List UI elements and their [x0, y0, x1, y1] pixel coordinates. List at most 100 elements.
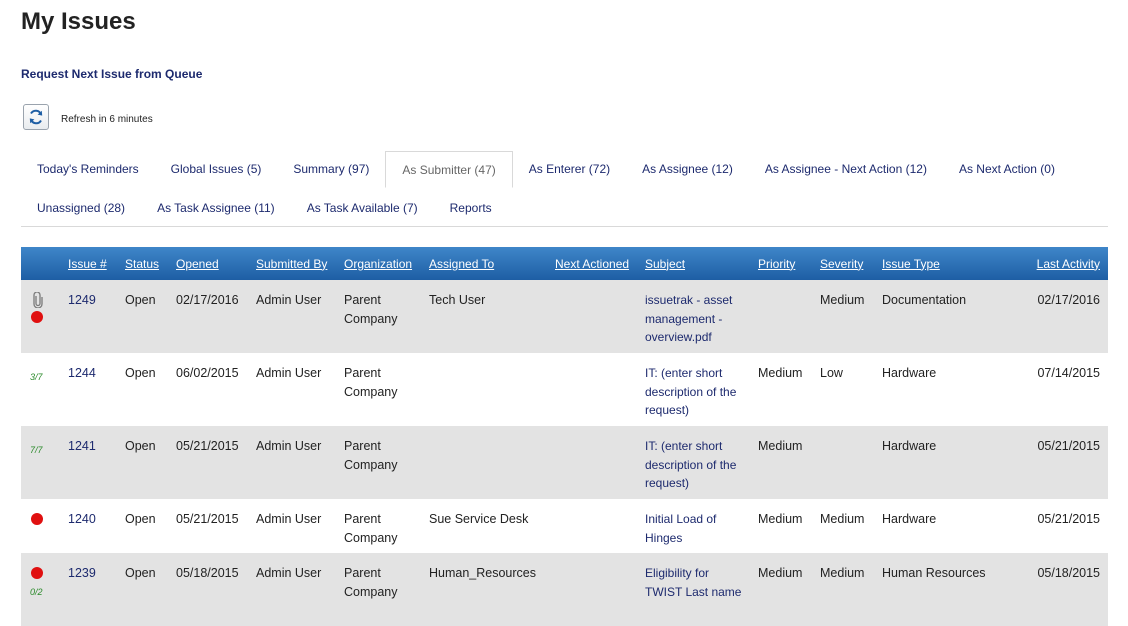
- red-dot-icon: [31, 513, 43, 525]
- tab-as-task-assignee[interactable]: As Task Assignee (11): [141, 190, 291, 227]
- task-progress: 0/2: [30, 587, 43, 597]
- red-dot-icon: [31, 311, 43, 323]
- refresh-icon: [29, 109, 43, 125]
- issue-severity: Low: [820, 366, 843, 380]
- issues-table: Issue # Status Opened Submitted By Organ…: [21, 247, 1108, 626]
- issue-last-activity: 05/21/2015: [1037, 512, 1100, 526]
- issue-next-actioned: [547, 280, 637, 353]
- issue-number[interactable]: 1249: [60, 280, 117, 353]
- col-last-activity[interactable]: Last Activity: [1013, 247, 1108, 280]
- issue-next-actioned: [547, 353, 637, 426]
- table-row[interactable]: 0/2 1239 Open 05/18/2015 Admin User Pare…: [21, 553, 1108, 626]
- issue-type: Human Resources: [874, 553, 1013, 626]
- tab-as-enterer[interactable]: As Enterer (72): [513, 151, 626, 188]
- col-subject[interactable]: Subject: [637, 247, 750, 280]
- issue-opened: 06/02/2015: [176, 366, 239, 380]
- issue-number[interactable]: 1241: [60, 426, 117, 499]
- issue-opened: 05/18/2015: [168, 553, 248, 626]
- issue-organization: Parent Company: [336, 553, 421, 626]
- issue-subject[interactable]: Eligibility for TWIST Last name: [637, 553, 750, 626]
- issue-type: Documentation: [874, 280, 1013, 353]
- issue-submitted-by: Admin User: [256, 512, 322, 526]
- tab-summary[interactable]: Summary (97): [277, 151, 385, 188]
- issue-status: Open: [125, 366, 156, 380]
- row-indicator: 7/7: [21, 426, 60, 499]
- request-next-issue-link[interactable]: Request Next Issue from Queue: [21, 67, 202, 81]
- table-row[interactable]: 3/7 1244 Open 06/02/2015 Admin User Pare…: [21, 353, 1108, 426]
- col-organization[interactable]: Organization: [336, 247, 421, 280]
- issue-opened: 05/21/2015: [176, 512, 239, 526]
- issue-assigned-to: [421, 353, 547, 426]
- red-dot-icon: [31, 567, 43, 579]
- issue-severity: Medium: [820, 512, 865, 526]
- issue-next-actioned: [547, 426, 637, 499]
- issue-number[interactable]: 1240: [60, 499, 117, 553]
- issue-priority: Medium: [758, 512, 803, 526]
- issue-last-activity: 05/21/2015: [1013, 426, 1108, 499]
- col-severity[interactable]: Severity: [812, 247, 874, 280]
- issue-assigned-to: [421, 426, 547, 499]
- col-indicator: [21, 247, 60, 280]
- issue-severity: Medium: [812, 553, 874, 626]
- issue-severity: Medium: [812, 280, 874, 353]
- issue-status: Open: [125, 512, 156, 526]
- issue-subject[interactable]: issuetrak - asset management - overview.…: [637, 280, 750, 353]
- tab-as-submitter[interactable]: As Submitter (47): [385, 151, 513, 188]
- issue-last-activity: 05/18/2015: [1013, 553, 1108, 626]
- issue-subject[interactable]: IT: (enter short description of the requ…: [637, 353, 750, 426]
- issue-submitted-by: Admin User: [248, 280, 336, 353]
- issue-next-actioned: [547, 553, 637, 626]
- task-progress: 3/7: [30, 372, 43, 382]
- col-issue-number[interactable]: Issue #: [60, 247, 117, 280]
- refresh-button[interactable]: [23, 104, 49, 130]
- issue-type: Hardware: [882, 366, 937, 380]
- issue-assigned-to: Sue Service Desk: [429, 512, 529, 526]
- issue-submitted-by: Admin User: [248, 426, 336, 499]
- issue-assigned-to: Tech User: [421, 280, 547, 353]
- table-header-row: Issue # Status Opened Submitted By Organ…: [21, 247, 1108, 280]
- issue-priority: Medium: [750, 426, 812, 499]
- col-opened[interactable]: Opened: [168, 247, 248, 280]
- issue-last-activity: 02/17/2016: [1013, 280, 1108, 353]
- table-row[interactable]: 1240 Open 05/21/2015 Admin User Parent C…: [21, 499, 1108, 553]
- tab-as-next-action[interactable]: As Next Action (0): [943, 151, 1071, 188]
- issue-subject[interactable]: IT: (enter short description of the requ…: [637, 426, 750, 499]
- issue-priority: Medium: [750, 553, 812, 626]
- issue-priority: Medium: [758, 366, 803, 380]
- tab-reports[interactable]: Reports: [434, 190, 508, 227]
- tab-as-task-available[interactable]: As Task Available (7): [291, 190, 434, 227]
- issue-submitted-by: Admin User: [248, 553, 336, 626]
- issue-assigned-to: Human_Resources: [421, 553, 547, 626]
- issue-subject[interactable]: Initial Load of Hinges: [637, 499, 750, 553]
- row-indicator: [21, 280, 60, 353]
- issue-opened: 05/21/2015: [168, 426, 248, 499]
- tab-unassigned[interactable]: Unassigned (28): [21, 190, 141, 227]
- col-assigned-to[interactable]: Assigned To: [421, 247, 547, 280]
- table-row[interactable]: 1249 Open 02/17/2016 Admin User Parent C…: [21, 280, 1108, 353]
- issue-organization: Parent Company: [336, 280, 421, 353]
- issue-next-actioned: [547, 499, 637, 553]
- tab-as-assignee[interactable]: As Assignee (12): [626, 151, 749, 188]
- col-next-actioned[interactable]: Next Actioned: [547, 247, 637, 280]
- table-row[interactable]: 7/7 1241 Open 05/21/2015 Admin User Pare…: [21, 426, 1108, 499]
- tab-as-assignee-next-action[interactable]: As Assignee - Next Action (12): [749, 151, 943, 188]
- col-status[interactable]: Status: [117, 247, 168, 280]
- issue-type: Hardware: [882, 512, 937, 526]
- col-issue-type[interactable]: Issue Type: [874, 247, 1013, 280]
- col-submitted-by[interactable]: Submitted By: [248, 247, 336, 280]
- col-priority[interactable]: Priority: [750, 247, 812, 280]
- tab-global-issues[interactable]: Global Issues (5): [155, 151, 278, 188]
- task-progress: 7/7: [30, 445, 43, 455]
- issue-status: Open: [117, 426, 168, 499]
- page-title: My Issues: [21, 8, 136, 35]
- issue-submitted-by: Admin User: [256, 366, 322, 380]
- tabs-row-2: Unassigned (28) As Task Assignee (11) As…: [21, 190, 508, 226]
- issue-number[interactable]: 1239: [60, 553, 117, 626]
- paperclip-icon[interactable]: [32, 292, 44, 308]
- issue-opened: 02/17/2016: [168, 280, 248, 353]
- issue-number[interactable]: 1244: [60, 353, 117, 426]
- tab-todays-reminders[interactable]: Today's Reminders: [21, 151, 155, 188]
- refresh-countdown: Refresh in 6 minutes: [61, 114, 153, 125]
- row-indicator: 3/7: [21, 353, 60, 426]
- issue-status: Open: [117, 280, 168, 353]
